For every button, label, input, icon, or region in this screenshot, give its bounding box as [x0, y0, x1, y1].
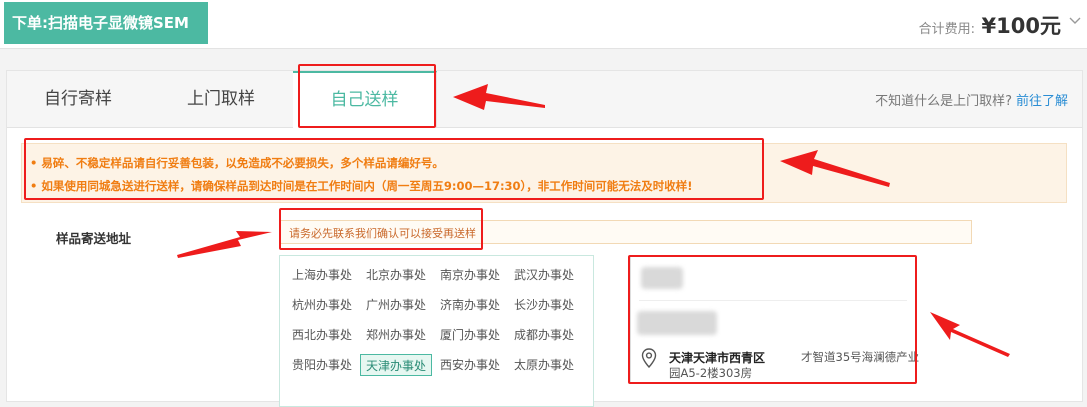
top-bar: 下单:扫描电子显微镜SEM 合计费用: ¥100元: [0, 0, 1087, 49]
shipping-method-tabs: 自行寄样 上门取样 自己送样 不知道什么是上门取样? 前往了解: [7, 71, 1082, 128]
tab-door-pickup[interactable]: 上门取样: [149, 71, 294, 127]
help-text: 不知道什么是上门取样? 前往了解: [875, 90, 1068, 109]
office-guiyang[interactable]: 贵阳办事处: [286, 354, 358, 376]
annotation-box-notice: [24, 138, 764, 200]
annotation-box-address-card: [628, 255, 917, 384]
office-tianjin[interactable]: 天津办事处: [360, 354, 432, 376]
office-xibei[interactable]: 西北办事处: [286, 324, 358, 346]
office-changsha[interactable]: 长沙办事处: [508, 294, 580, 316]
tab-self-mail[interactable]: 自行寄样: [7, 71, 150, 127]
fee-label: 合计费用:: [918, 22, 975, 37]
fee-value: ¥100元: [981, 14, 1061, 38]
help-question: 不知道什么是上门取样?: [875, 94, 1012, 109]
office-chengdu[interactable]: 成都办事处: [508, 324, 580, 346]
office-taiyuan[interactable]: 太原办事处: [508, 354, 580, 376]
office-beijing[interactable]: 北京办事处: [360, 264, 432, 286]
annotation-box-address: [279, 208, 483, 250]
address-label: 样品寄送地址: [56, 231, 132, 246]
learn-more-link[interactable]: 前往了解: [1016, 94, 1068, 109]
office-wuhan[interactable]: 武汉办事处: [508, 264, 580, 286]
office-list: 上海办事处 北京办事处 南京办事处 武汉办事处 杭州办事处 广州办事处 济南办事…: [279, 255, 594, 407]
office-nanjing[interactable]: 南京办事处: [434, 264, 506, 286]
office-zhengzhou[interactable]: 郑州办事处: [360, 324, 432, 346]
office-hangzhou[interactable]: 杭州办事处: [286, 294, 358, 316]
office-shanghai[interactable]: 上海办事处: [286, 264, 358, 286]
office-jinan[interactable]: 济南办事处: [434, 294, 506, 316]
office-xian[interactable]: 西安办事处: [434, 354, 506, 376]
order-title: 下单:扫描电子显微镜SEM: [4, 2, 208, 44]
chevron-down-icon[interactable]: [1069, 14, 1081, 28]
office-xiamen[interactable]: 厦门办事处: [434, 324, 506, 346]
office-guangzhou[interactable]: 广州办事处: [360, 294, 432, 316]
annotation-box-tab: [298, 64, 436, 128]
